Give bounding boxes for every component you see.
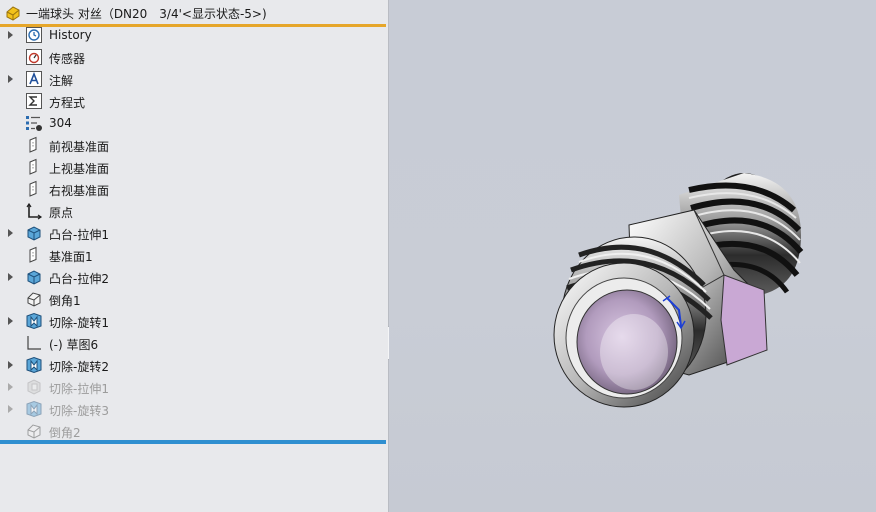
expand-arrow-icon[interactable] <box>8 317 13 325</box>
tree-item[interactable]: 传感器 <box>0 46 386 68</box>
tree-item[interactable]: 切除-旋转2 <box>0 354 386 376</box>
tree-item-label: 倒角1 <box>49 294 81 308</box>
tree-item-label: 切除-旋转3 <box>49 404 109 418</box>
expand-arrow-icon[interactable] <box>8 229 13 237</box>
tree-item[interactable]: 基准面1 <box>0 244 386 266</box>
expand-arrow-icon[interactable] <box>8 383 13 391</box>
tree-item-label: 上视基准面 <box>49 162 110 176</box>
tree-item[interactable]: 切除-拉伸1 <box>0 376 386 398</box>
tree-item[interactable]: 上视基准面 <box>0 156 386 178</box>
expand-arrow-icon[interactable] <box>8 273 13 281</box>
tree-item-label: 切除-旋转1 <box>49 316 109 330</box>
sensor-icon <box>25 48 43 66</box>
tree-item-label: 基准面1 <box>49 250 93 264</box>
ball-end <box>553 262 695 408</box>
history-icon <box>25 26 43 44</box>
tree-item[interactable]: (-) 草图6 <box>0 332 386 354</box>
tree-item[interactable]: 倒角1 <box>0 288 386 310</box>
tree-item-label: 凸台-拉伸2 <box>49 272 109 286</box>
tree-item[interactable]: 凸台-拉伸2 <box>0 266 386 288</box>
tree-item-label: 切除-旋转2 <box>49 360 109 374</box>
extrude-icon <box>25 268 43 286</box>
revolve-cut-icon <box>25 356 43 374</box>
revolve-cut-icon <box>25 400 43 418</box>
chamfer-icon <box>25 290 43 308</box>
plane-icon <box>25 136 43 154</box>
tree-item-label: History <box>49 28 92 42</box>
tree-item[interactable]: 前视基准面 <box>0 134 386 156</box>
tree-item-label: 倒角2 <box>49 426 81 440</box>
tree-item[interactable]: 切除-旋转3 <box>0 398 386 420</box>
graphics-viewport[interactable] <box>389 0 876 512</box>
tree-item[interactable]: 凸台-拉伸1 <box>0 222 386 244</box>
part-title: 一端球头 对丝（DN20 3/4'<显示状态-5>) <box>26 7 267 21</box>
tree-item-label: 传感器 <box>49 52 86 66</box>
equation-icon <box>25 92 43 110</box>
tree-item[interactable]: 注解 <box>0 68 386 90</box>
tree-item[interactable]: 304 <box>0 112 386 134</box>
rollback-bar[interactable] <box>0 440 386 444</box>
tree-item-label: 前视基准面 <box>49 140 110 154</box>
tree-item-label: (-) 草图6 <box>49 338 99 352</box>
expand-arrow-icon[interactable] <box>8 75 13 83</box>
tree-item-label: 304 <box>49 116 72 130</box>
extrude-icon <box>25 224 43 242</box>
tree-item[interactable]: 倒角2 <box>0 420 386 442</box>
tree-item-label: 凸台-拉伸1 <box>49 228 109 242</box>
tree-root-part[interactable]: 一端球头 对丝（DN20 3/4'<显示状态-5>) <box>0 0 388 24</box>
extrude-cut-icon <box>25 378 43 396</box>
plane-icon <box>25 246 43 264</box>
expand-arrow-icon[interactable] <box>8 31 13 39</box>
sketch-icon <box>25 334 43 352</box>
plane-icon <box>25 158 43 176</box>
origin-icon <box>25 202 43 220</box>
tree-item[interactable]: 方程式 <box>0 90 386 112</box>
expand-arrow-icon[interactable] <box>8 405 13 413</box>
expand-arrow-icon[interactable] <box>8 361 13 369</box>
tree-item-label: 方程式 <box>49 96 86 110</box>
tree-item-label: 原点 <box>49 206 74 220</box>
revolve-cut-icon <box>25 312 43 330</box>
plane-icon <box>25 180 43 198</box>
tree-item[interactable]: 切除-旋转1 <box>0 310 386 332</box>
tree-item[interactable]: 右视基准面 <box>0 178 386 200</box>
pipe-fitting-model[interactable] <box>539 170 839 430</box>
tree-item-label: 右视基准面 <box>49 184 110 198</box>
material-icon <box>25 114 43 132</box>
feature-manager-tree: 一端球头 对丝（DN20 3/4'<显示状态-5>) History 传感器注解方… <box>0 0 389 512</box>
annotation-icon <box>25 70 43 88</box>
tree-item[interactable]: History <box>0 24 386 46</box>
tree-item[interactable]: 原点 <box>0 200 386 222</box>
part-icon <box>4 4 22 22</box>
tree-item-label: 切除-拉伸1 <box>49 382 109 396</box>
tree-item-label: 注解 <box>49 74 74 88</box>
chamfer-icon <box>25 422 43 440</box>
